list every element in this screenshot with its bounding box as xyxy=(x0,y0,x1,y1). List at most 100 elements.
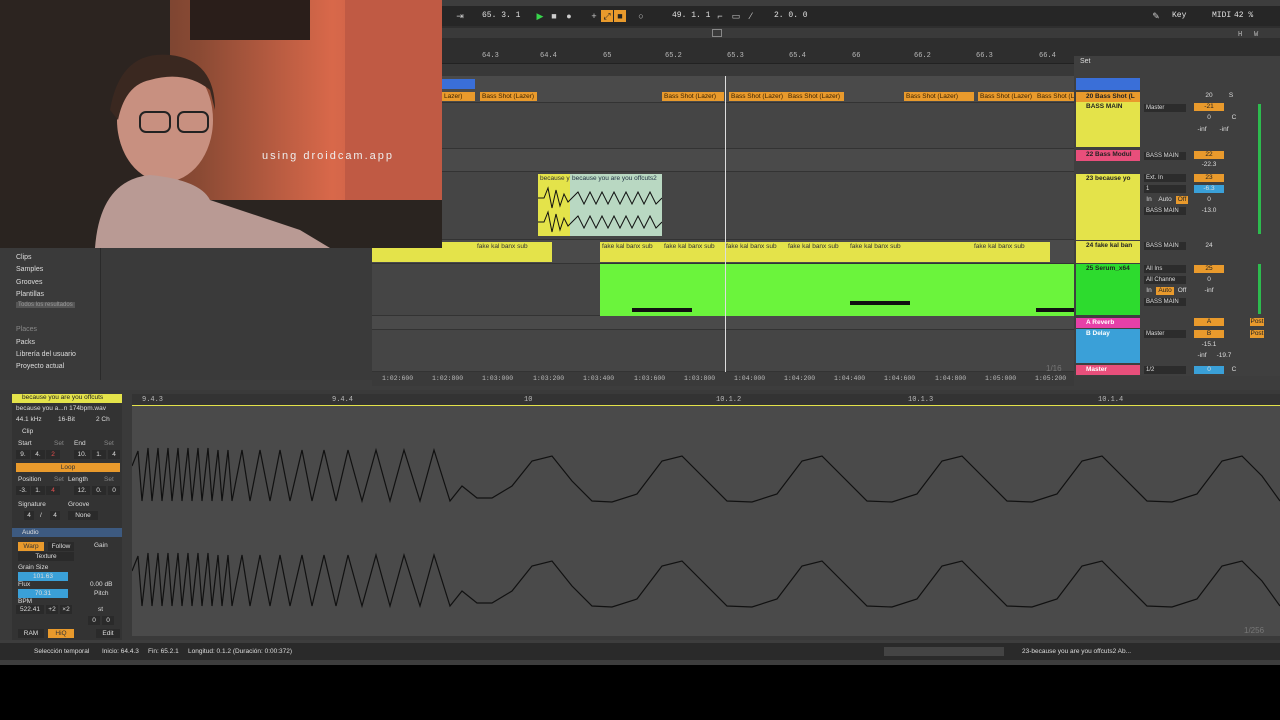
end-bar[interactable]: 10. xyxy=(74,450,90,459)
locator-strip[interactable] xyxy=(442,64,1074,76)
pan-field[interactable]: 0 xyxy=(1194,276,1224,284)
pitch-cents[interactable]: 0 xyxy=(102,616,114,625)
track-number[interactable]: 22 xyxy=(1194,151,1224,159)
track-number[interactable]: 25 xyxy=(1194,265,1224,273)
loop-switch-icon[interactable]: ▭ xyxy=(730,10,742,22)
loop-start[interactable]: 49. 1. 1 xyxy=(672,11,710,20)
follow-button[interactable]: Follow xyxy=(48,542,74,551)
track-header-fake-kal[interactable]: 24 fake kal ban xyxy=(1076,241,1140,263)
browser-item-grooves[interactable]: Grooves xyxy=(16,279,42,286)
place-current-project[interactable]: Proyecto actual xyxy=(16,363,64,370)
audio-section-label[interactable]: Audio xyxy=(12,528,122,537)
place-packs[interactable]: Packs xyxy=(16,339,35,346)
cue-select[interactable]: 1/2 xyxy=(1144,366,1186,374)
midi-note[interactable] xyxy=(632,308,692,312)
master-volume[interactable]: 0 xyxy=(1194,366,1224,374)
follow-arrow-icon[interactable]: ⇥ xyxy=(454,10,466,22)
position-bar[interactable]: -3. xyxy=(16,486,30,495)
input-select[interactable]: All Ins xyxy=(1144,265,1186,273)
clip-lazer[interactable]: Lazer) xyxy=(442,92,475,101)
sample-waveform[interactable]: 1/256 xyxy=(131,406,1280,636)
track-header-because[interactable]: 23 because yo xyxy=(1076,174,1140,240)
pitch-semitones[interactable]: 0 xyxy=(88,616,100,625)
hiq-button[interactable]: HiQ xyxy=(48,629,74,638)
lane-because[interactable]: because y because you are you offcuts2 xyxy=(372,172,1074,240)
output-select[interactable]: BASS MAIN xyxy=(1144,298,1186,306)
warp-mode-select[interactable]: Texture xyxy=(18,552,74,561)
lane-bass-modul[interactable] xyxy=(372,149,1074,172)
position-beat[interactable]: 1. xyxy=(31,486,45,495)
clip-section-label[interactable]: Clip xyxy=(22,428,33,435)
midi-map-button[interactable]: MIDI xyxy=(1212,11,1231,20)
input-channel-select[interactable]: All Channe xyxy=(1144,276,1186,284)
lane-reverb[interactable] xyxy=(372,316,1074,330)
track-number[interactable]: 23 xyxy=(1194,174,1224,182)
h-button[interactable]: H xyxy=(1238,31,1242,39)
lane-fake-kal[interactable]: fake kal banx sub fake kal banx sub fake… xyxy=(372,240,1074,264)
bpm-field[interactable]: 522.41 xyxy=(16,605,44,614)
flux-field[interactable]: 70.31 xyxy=(18,589,68,598)
output-select[interactable]: BASS MAIN xyxy=(1144,242,1186,250)
midi-note[interactable] xyxy=(1036,308,1074,312)
clip-fake-kal[interactable]: fake kal banx sub xyxy=(972,242,1050,262)
input-select[interactable]: Ext. In xyxy=(1144,174,1186,182)
ram-button[interactable]: RAM xyxy=(18,629,44,638)
track-header-master[interactable]: Master xyxy=(1076,365,1140,375)
monitor-in[interactable]: In xyxy=(1144,287,1154,295)
return-letter[interactable]: B xyxy=(1194,330,1224,338)
warp-button[interactable]: Warp xyxy=(18,542,44,551)
volume-field[interactable]: -15.1 xyxy=(1194,341,1224,349)
loop-button[interactable]: Loop xyxy=(16,463,120,472)
arrangement-position[interactable]: 65. 3. 1 xyxy=(482,11,520,20)
clip-bass-shot[interactable]: Bass Shot (Lazer) xyxy=(1035,92,1074,101)
position-sixteenth[interactable]: 4 xyxy=(46,486,60,495)
track-header-delay[interactable]: B Delay xyxy=(1076,329,1140,363)
input-channel-select[interactable]: 1 xyxy=(1144,185,1186,193)
track-header-reverb[interactable]: A Reverb xyxy=(1076,318,1140,328)
draw-mode-icon[interactable]: ✎ xyxy=(1150,10,1162,22)
track-number[interactable]: 20 xyxy=(1194,92,1224,100)
monitor-auto[interactable]: Auto xyxy=(1156,196,1174,204)
status-selected-track[interactable]: 23-because you are you offcuts2 Ab... xyxy=(1022,648,1131,655)
time-ruler[interactable]: 1:02:600 1:02:800 1:03:000 1:03:200 1:03… xyxy=(372,372,1074,386)
w-button[interactable]: W xyxy=(1254,31,1258,39)
monitor-off[interactable]: Off xyxy=(1176,196,1188,204)
monitor-auto[interactable]: Auto xyxy=(1156,287,1174,295)
grain-size-field[interactable]: 101.63 xyxy=(18,572,68,581)
midi-note[interactable] xyxy=(850,301,910,305)
length-beat[interactable]: 0. xyxy=(92,486,106,495)
monitor-in[interactable]: In xyxy=(1144,196,1154,204)
clip-bass-shot[interactable]: Bass Shot (Lazer) xyxy=(480,92,537,101)
clip-blue[interactable] xyxy=(442,79,475,89)
return-letter[interactable]: A xyxy=(1194,318,1224,326)
input-select[interactable]: BASS MAIN xyxy=(1144,152,1186,160)
overdub-plus-icon[interactable]: + xyxy=(588,10,600,22)
lane-bass-shot[interactable]: Lazer) Bass Shot (Lazer) Bass Shot (Laze… xyxy=(372,76,1074,103)
track-header-bass-main[interactable]: BASS MAIN xyxy=(1076,102,1140,147)
volume-field[interactable]: -21 xyxy=(1194,103,1224,111)
clip-bass-shot[interactable]: Bass Shot (Lazer) xyxy=(729,92,786,101)
signature-numerator[interactable]: 4 xyxy=(24,511,34,520)
lane-serum[interactable] xyxy=(372,264,1074,316)
clip-fake-kal[interactable]: fake kal banx sub xyxy=(786,242,848,262)
output-select[interactable]: Master xyxy=(1144,104,1186,112)
track-number[interactable]: 24 xyxy=(1194,242,1224,250)
send-field[interactable]: -13.0 xyxy=(1194,207,1224,215)
record-icon[interactable]: ● xyxy=(563,10,575,22)
loop-length[interactable]: 2. 0. 0 xyxy=(774,11,808,20)
pan-center[interactable]: C xyxy=(1228,366,1240,374)
overview-strip[interactable] xyxy=(442,28,1280,38)
start-sixteenth[interactable]: 2 xyxy=(46,450,60,459)
solo-button[interactable]: S xyxy=(1226,92,1236,100)
length-sixteenth[interactable]: 0 xyxy=(108,486,120,495)
overview-handle[interactable] xyxy=(712,29,722,37)
browser-item-clips[interactable]: Clips xyxy=(16,254,32,261)
volume-field[interactable]: -6.3 xyxy=(1194,185,1224,193)
clip-bass-shot[interactable]: Bass Shot (Lazer) xyxy=(662,92,724,101)
length-bar[interactable]: 12. xyxy=(74,486,90,495)
output-select[interactable]: Master xyxy=(1144,330,1186,338)
clip-fake-kal[interactable]: fake kal banx sub xyxy=(724,242,786,262)
loop-circle-icon[interactable]: ○ xyxy=(635,10,647,22)
monitor-off[interactable]: Off xyxy=(1176,287,1188,295)
place-user-library[interactable]: Librería del usuario xyxy=(16,351,76,358)
